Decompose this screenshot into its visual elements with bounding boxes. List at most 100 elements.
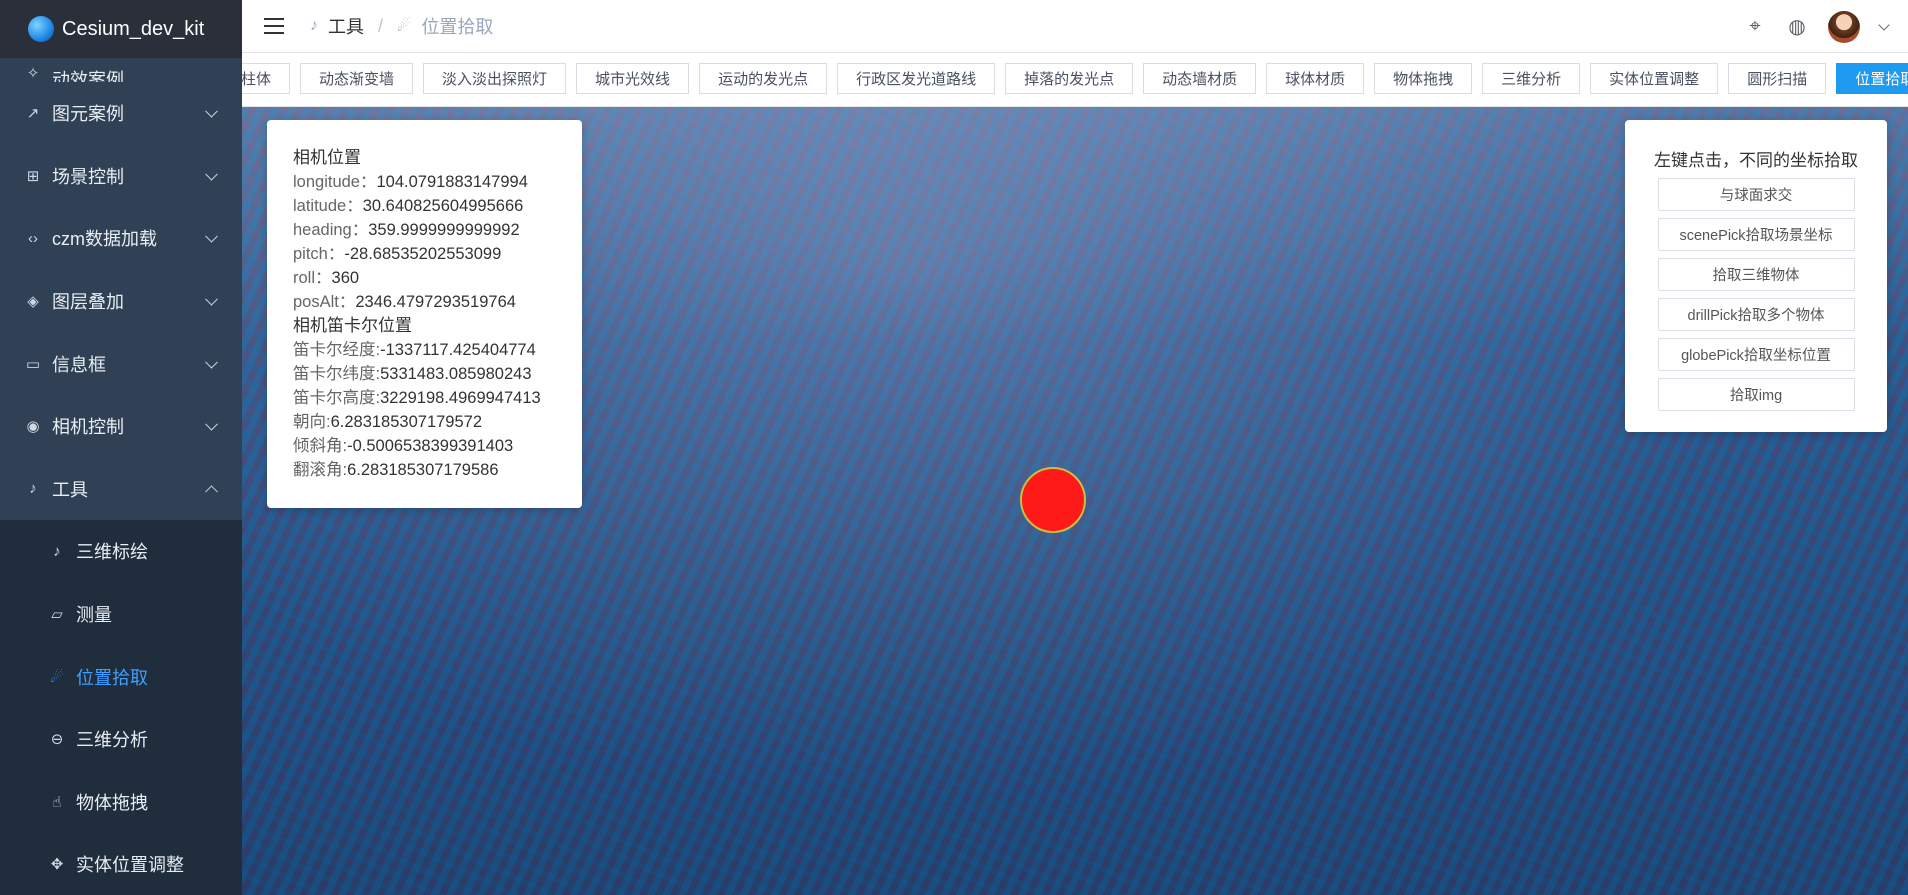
drag-icon: ☝ bbox=[52, 793, 62, 811]
analysis-icon: ⊖ bbox=[50, 731, 64, 749]
tag-item[interactable]: 物体拖拽 bbox=[1374, 63, 1473, 94]
sidebar-item-label: 测量 bbox=[76, 605, 112, 626]
camera-icon: ◉ bbox=[26, 418, 40, 436]
tag-item[interactable]: 三维分析 bbox=[1482, 63, 1581, 94]
camera-row-roll: roll：360 bbox=[293, 266, 562, 290]
chevron-down-icon bbox=[205, 105, 218, 118]
tag-label: 物体拖拽 bbox=[1393, 71, 1454, 88]
sidebar-item-label: 物体拖拽 bbox=[76, 792, 148, 813]
info-box-icon: ▭ bbox=[25, 355, 41, 373]
camera-row-longitude: longitude：104.0791883147994 bbox=[293, 170, 562, 194]
sidebar-item-position-pick[interactable]: ☄ 位置拾取 bbox=[0, 645, 242, 708]
sidebar-item-czm-data[interactable]: ‹› czm数据加载 bbox=[0, 207, 242, 270]
pick-3d-object-button[interactable]: 拾取三维物体 bbox=[1657, 258, 1855, 291]
row-label: 笛卡尔高度: bbox=[293, 389, 381, 407]
sidebar-item-measure[interactable]: ▱ 测量 bbox=[0, 582, 242, 646]
sidebar-item-label: 三维分析 bbox=[76, 730, 148, 751]
sidebar-item-label: 相机控制 bbox=[52, 417, 124, 438]
sidebar-item-info-box[interactable]: ▭ 信息框 bbox=[0, 332, 242, 395]
tag-item[interactable]: 动态墙材质 bbox=[1143, 63, 1257, 94]
tag-item-active[interactable]: 位置拾取✕ bbox=[1836, 63, 1908, 94]
chevron-down-icon[interactable] bbox=[1878, 18, 1890, 31]
tag-item[interactable]: 动态渐变墙 bbox=[300, 63, 414, 94]
sidebar-item-entity-position[interactable]: ✥ 实体位置调整 bbox=[0, 833, 242, 895]
sidebar-item-3d-analysis[interactable]: ⊖ 三维分析 bbox=[0, 707, 242, 771]
tag-item[interactable]: 淡入淡出探照灯 bbox=[423, 63, 567, 94]
row-value: 6.283185307179586 bbox=[347, 461, 499, 479]
tag-label: 淡入淡出探照灯 bbox=[442, 71, 548, 88]
sidebar-item-3d-plot[interactable]: ♪ 三维标绘 bbox=[0, 520, 242, 583]
chevron-down-icon bbox=[205, 167, 218, 181]
tag-item[interactable]: 行政区发光道路线 bbox=[837, 63, 996, 94]
header-actions: ⌖ ◍ bbox=[1744, 0, 1890, 53]
sidebar-item-scene-control[interactable]: ⊞ 场景控制 bbox=[0, 145, 242, 208]
chevron-down-icon bbox=[205, 418, 218, 431]
tag-item[interactable]: 城市光效线 bbox=[576, 63, 690, 94]
pick-icon: ☄ bbox=[50, 668, 64, 686]
sidebar-item-partial[interactable]: ✧ 动效案例 bbox=[0, 58, 242, 82]
tag-item[interactable]: 运动的发光点 bbox=[699, 63, 828, 94]
breadcrumb-separator: / bbox=[378, 15, 384, 36]
globe-pick-button[interactable]: globePick拾取坐标位置 bbox=[1657, 338, 1855, 371]
tag-label: 三维分析 bbox=[1501, 71, 1562, 88]
row-label: 笛卡尔经度: bbox=[293, 341, 381, 359]
avatar[interactable] bbox=[1828, 10, 1860, 43]
tag-label: 运动的发光点 bbox=[718, 71, 809, 88]
tag-item[interactable]: 圆形扫描 bbox=[1728, 63, 1827, 94]
sidebar-item-primitives[interactable]: ↗ 图元案例 bbox=[0, 82, 242, 145]
sidebar-item-camera-control[interactable]: ◉ 相机控制 bbox=[0, 395, 242, 458]
row-value: 359.9999999999992 bbox=[368, 221, 520, 239]
pick-img-button[interactable]: 拾取img bbox=[1657, 378, 1855, 411]
tag-label: 动态渐变墙 bbox=[319, 71, 395, 88]
sidebar-item-object-drag[interactable]: ☝ 物体拖拽 bbox=[0, 770, 242, 834]
row-label: 倾斜角: bbox=[293, 437, 348, 455]
row-value: 6.283185307179572 bbox=[330, 413, 483, 431]
app-logo[interactable]: Cesium_dev_kit bbox=[0, 0, 242, 58]
row-label: pitch： bbox=[293, 245, 345, 263]
code-icon: ‹› bbox=[28, 229, 38, 247]
row-label: longitude： bbox=[293, 173, 377, 191]
tag-label: 动态墙材质 bbox=[1162, 71, 1238, 88]
row-label: 朝向: bbox=[293, 413, 331, 431]
tools-submenu: ♪ 三维标绘 ▱ 测量 ☄ 位置拾取 ⊖ 三维分析 ☝ 物体拖拽 ✥ 实体位置调… bbox=[0, 520, 242, 895]
scene-pick-button[interactable]: scenePick拾取场景坐标 bbox=[1657, 218, 1855, 251]
row-value: 104.0791883147994 bbox=[376, 173, 528, 191]
hamburger-menu-icon[interactable] bbox=[264, 18, 284, 34]
sidebar-item-label: 动效案例 bbox=[52, 70, 124, 82]
tag-item[interactable]: 球体材质 bbox=[1266, 63, 1365, 94]
chevron-down-icon bbox=[205, 355, 218, 369]
sidebar-item-label: 三维标绘 bbox=[76, 542, 148, 563]
breadcrumb-item-tools[interactable]: 工具 bbox=[328, 13, 364, 39]
row-label: 笛卡尔纬度: bbox=[293, 365, 381, 383]
tags-view: 柱体 动态渐变墙 淡入淡出探照灯 城市光效线 运动的发光点 行政区发光道路线 掉… bbox=[242, 53, 1908, 107]
sidebar: Cesium_dev_kit ✧ 动效案例 ↗ 图元案例 ⊞ 场景控制 ‹› c… bbox=[0, 0, 242, 895]
tag-label: 柱体 bbox=[242, 71, 272, 88]
tag-item[interactable]: 柱体 bbox=[242, 63, 291, 94]
cartesian-row-y: 笛卡尔纬度:5331483.085980243 bbox=[293, 362, 562, 386]
globe-intersect-button[interactable]: 与球面求交 bbox=[1657, 178, 1855, 211]
map-pin-icon[interactable]: ⌖ bbox=[1744, 15, 1766, 38]
globe-icon[interactable]: ◍ bbox=[1786, 16, 1808, 38]
tag-item[interactable]: 实体位置调整 bbox=[1590, 63, 1719, 94]
tag-item[interactable]: 掉落的发光点 bbox=[1005, 63, 1134, 94]
drill-pick-button[interactable]: drillPick拾取多个物体 bbox=[1657, 298, 1855, 331]
breadcrumb: ♪ 工具 / ☄ 位置拾取 bbox=[310, 13, 493, 39]
plot-icon: ♪ bbox=[53, 542, 61, 560]
sidebar-item-tools[interactable]: ♪ 工具 bbox=[0, 458, 242, 521]
row-value: -0.5006538399391403 bbox=[347, 437, 514, 455]
cartesian-row-x: 笛卡尔经度:-1337117.425404774 bbox=[293, 338, 562, 362]
sidebar-item-label: 场景控制 bbox=[52, 166, 124, 187]
sidebar-item-layers[interactable]: ◈ 图层叠加 bbox=[0, 270, 242, 333]
row-value: 5331483.085980243 bbox=[380, 365, 532, 383]
chevron-up-icon bbox=[205, 485, 218, 498]
effect-icon: ✧ bbox=[26, 65, 40, 82]
row-value: 2346.4797293519764 bbox=[355, 293, 516, 311]
tool-icon: ♪ bbox=[29, 480, 37, 498]
ruler-icon: ▱ bbox=[51, 606, 63, 624]
row-value: 3229198.4969947413 bbox=[380, 389, 541, 407]
camera-position-title: 相机位置 bbox=[293, 148, 361, 167]
tag-label: 球体材质 bbox=[1285, 71, 1346, 88]
chevron-down-icon bbox=[205, 292, 218, 306]
row-value: -1337117.425404774 bbox=[380, 341, 536, 359]
camera-row-posalt: posAlt：2346.4797293519764 bbox=[293, 290, 562, 314]
